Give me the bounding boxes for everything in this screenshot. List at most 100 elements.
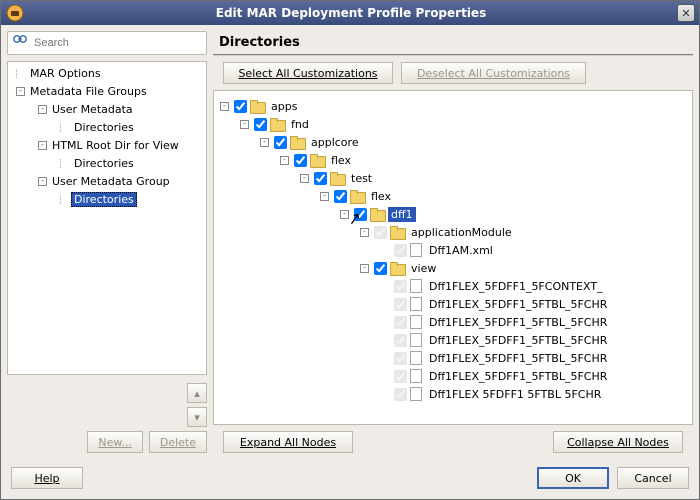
- help-button[interactable]: Help: [11, 467, 83, 489]
- tree-node-label: fnd: [288, 117, 312, 132]
- file-icon: [410, 387, 422, 401]
- file-icon: [410, 315, 422, 329]
- deselect-all-customizations-button[interactable]: Deselect All Customizations: [401, 62, 586, 84]
- deselect-all-label: Deselect All Customizations: [417, 67, 570, 80]
- tree-collapser[interactable]: -: [16, 87, 25, 96]
- select-all-customizations-button[interactable]: Select All Customizations: [223, 62, 393, 84]
- titlebar: Edit MAR Deployment Profile Properties ✕: [1, 1, 699, 25]
- tree-row[interactable]: Dff1AM.xml: [220, 241, 693, 259]
- expand-all-button[interactable]: Expand All Nodes: [223, 431, 353, 453]
- tree-row[interactable]: Dff1FLEX_5FDFF1_5FTBL_5FCHR: [220, 367, 693, 385]
- tree-connector: [16, 69, 25, 78]
- tree-checkbox[interactable]: [334, 190, 347, 203]
- tree-row[interactable]: -flex: [220, 187, 693, 205]
- nav-tree[interactable]: MAR Options-Metadata File Groups-User Me…: [7, 61, 207, 375]
- tree-checkbox[interactable]: [234, 100, 247, 113]
- folder-icon: [370, 208, 384, 220]
- collapse-all-label: Collapse All Nodes: [567, 436, 669, 449]
- nav-item-label: MAR Options: [27, 66, 104, 81]
- tree-node-label: test: [348, 171, 375, 186]
- tree-collapser[interactable]: -: [300, 174, 309, 183]
- search-input[interactable]: [32, 36, 202, 50]
- tree-checkbox[interactable]: [354, 208, 367, 221]
- delete-button[interactable]: Delete: [149, 431, 207, 453]
- tree-checkbox: [374, 226, 387, 239]
- tree-collapser[interactable]: -: [240, 120, 249, 129]
- file-icon: [410, 333, 422, 347]
- tree-connector: [60, 195, 69, 204]
- tree-node-label: Dff1FLEX_5FDFF1_5FTBL_5FCHR: [426, 297, 610, 312]
- tree-collapser[interactable]: -: [280, 156, 289, 165]
- tree-checkbox[interactable]: [314, 172, 327, 185]
- tree-node-label: Dff1FLEX_5FDFF1_5FTBL_5FCHR: [426, 333, 610, 348]
- folder-icon: [310, 154, 324, 166]
- cancel-button[interactable]: Cancel: [617, 467, 689, 489]
- tree-checkbox[interactable]: [254, 118, 267, 131]
- nav-item[interactable]: Directories: [10, 118, 204, 136]
- nav-item[interactable]: -Metadata File Groups: [10, 82, 204, 100]
- folder-icon: [250, 100, 264, 112]
- reorder-arrows: ▴ ▾: [7, 383, 207, 427]
- tree-collapser[interactable]: -: [320, 192, 329, 201]
- tree-checkbox[interactable]: [274, 136, 287, 149]
- move-up-button[interactable]: ▴: [187, 383, 207, 403]
- tree-node-label: applcore: [308, 135, 362, 150]
- ok-button[interactable]: OK: [537, 467, 609, 489]
- tree-row[interactable]: - fnd: [220, 115, 693, 133]
- panel-title: Directories: [213, 31, 693, 56]
- new-button[interactable]: New...: [87, 431, 142, 453]
- tree-row[interactable]: Dff1FLEX_5FDFF1_5FTBL_5FCHR: [220, 295, 693, 313]
- tree-node-label: Dff1AM.xml: [426, 243, 496, 258]
- collapse-all-button[interactable]: Collapse All Nodes: [553, 431, 683, 453]
- tree-collapser[interactable]: -: [38, 177, 47, 186]
- nav-item[interactable]: MAR Options: [10, 64, 204, 82]
- tree-row[interactable]: Dff1FLEX_5FDFF1_5FCONTEXT_: [220, 277, 693, 295]
- tree-collapser[interactable]: -: [38, 141, 47, 150]
- tree-node-label: applicationModule: [408, 225, 515, 240]
- tree-row[interactable]: - test: [220, 169, 693, 187]
- tree-collapser[interactable]: -: [360, 264, 369, 273]
- tree-row[interactable]: - applcore: [220, 133, 693, 151]
- tree-connector: [60, 123, 69, 132]
- tree-collapser[interactable]: -: [220, 102, 229, 111]
- tree-row[interactable]: -view: [220, 259, 693, 277]
- tree-checkbox: [394, 316, 407, 329]
- right-panel: Directories Select All Customizations De…: [213, 31, 693, 453]
- move-down-button[interactable]: ▾: [187, 407, 207, 427]
- tree-checkbox: [394, 244, 407, 257]
- search-box[interactable]: [7, 31, 207, 55]
- tree-row[interactable]: -dff1↖: [220, 205, 693, 223]
- nav-item[interactable]: -User Metadata Group: [10, 172, 204, 190]
- tree-row[interactable]: Dff1FLEX_5FDFF1_5FTBL_5FCHR: [220, 313, 693, 331]
- tree-row[interactable]: Dff1FLEX_5FDFF1_5FTBL_5FCHR: [220, 349, 693, 367]
- tree-checkbox: [394, 334, 407, 347]
- directory-tree[interactable]: -apps-fnd-applcore-flex-test-flex-dff1↖-…: [213, 90, 693, 425]
- nav-item[interactable]: -HTML Root Dir for View: [10, 136, 204, 154]
- system-menu-icon[interactable]: [5, 3, 25, 23]
- dialog-window: Edit MAR Deployment Profile Properties ✕…: [0, 0, 700, 500]
- expand-all-label: Expand All Nodes: [240, 436, 336, 449]
- nav-item[interactable]: Directories: [10, 190, 204, 208]
- tree-row[interactable]: Dff1FLEX 5FDFF1 5FTBL 5FCHR: [220, 385, 693, 403]
- tree-row[interactable]: -flex: [220, 151, 693, 169]
- nav-item-label: Metadata File Groups: [27, 84, 150, 99]
- new-button-label: New...: [98, 436, 131, 449]
- tree-node-label: Dff1FLEX_5FDFF1_5FTBL_5FCHR: [426, 369, 610, 384]
- tree-node-label: Dff1FLEX 5FDFF1 5FTBL 5FCHR: [426, 387, 604, 402]
- tree-collapser[interactable]: -: [260, 138, 269, 147]
- tree-row[interactable]: Dff1FLEX_5FDFF1_5FTBL_5FCHR: [220, 331, 693, 349]
- tree-checkbox[interactable]: [294, 154, 307, 167]
- tree-collapser[interactable]: -: [360, 228, 369, 237]
- delete-button-label: Delete: [160, 436, 196, 449]
- tree-row[interactable]: -apps: [220, 97, 693, 115]
- close-button[interactable]: ✕: [677, 4, 695, 22]
- tree-node-label: Dff1FLEX_5FDFF1_5FCONTEXT_: [426, 279, 606, 294]
- file-icon: [410, 243, 422, 257]
- nav-item[interactable]: Directories: [10, 154, 204, 172]
- nav-item[interactable]: -User Metadata: [10, 100, 204, 118]
- file-icon: [410, 297, 422, 311]
- tree-collapser[interactable]: -: [340, 210, 349, 219]
- tree-row[interactable]: - applicationModule: [220, 223, 693, 241]
- tree-checkbox[interactable]: [374, 262, 387, 275]
- tree-collapser[interactable]: -: [38, 105, 47, 114]
